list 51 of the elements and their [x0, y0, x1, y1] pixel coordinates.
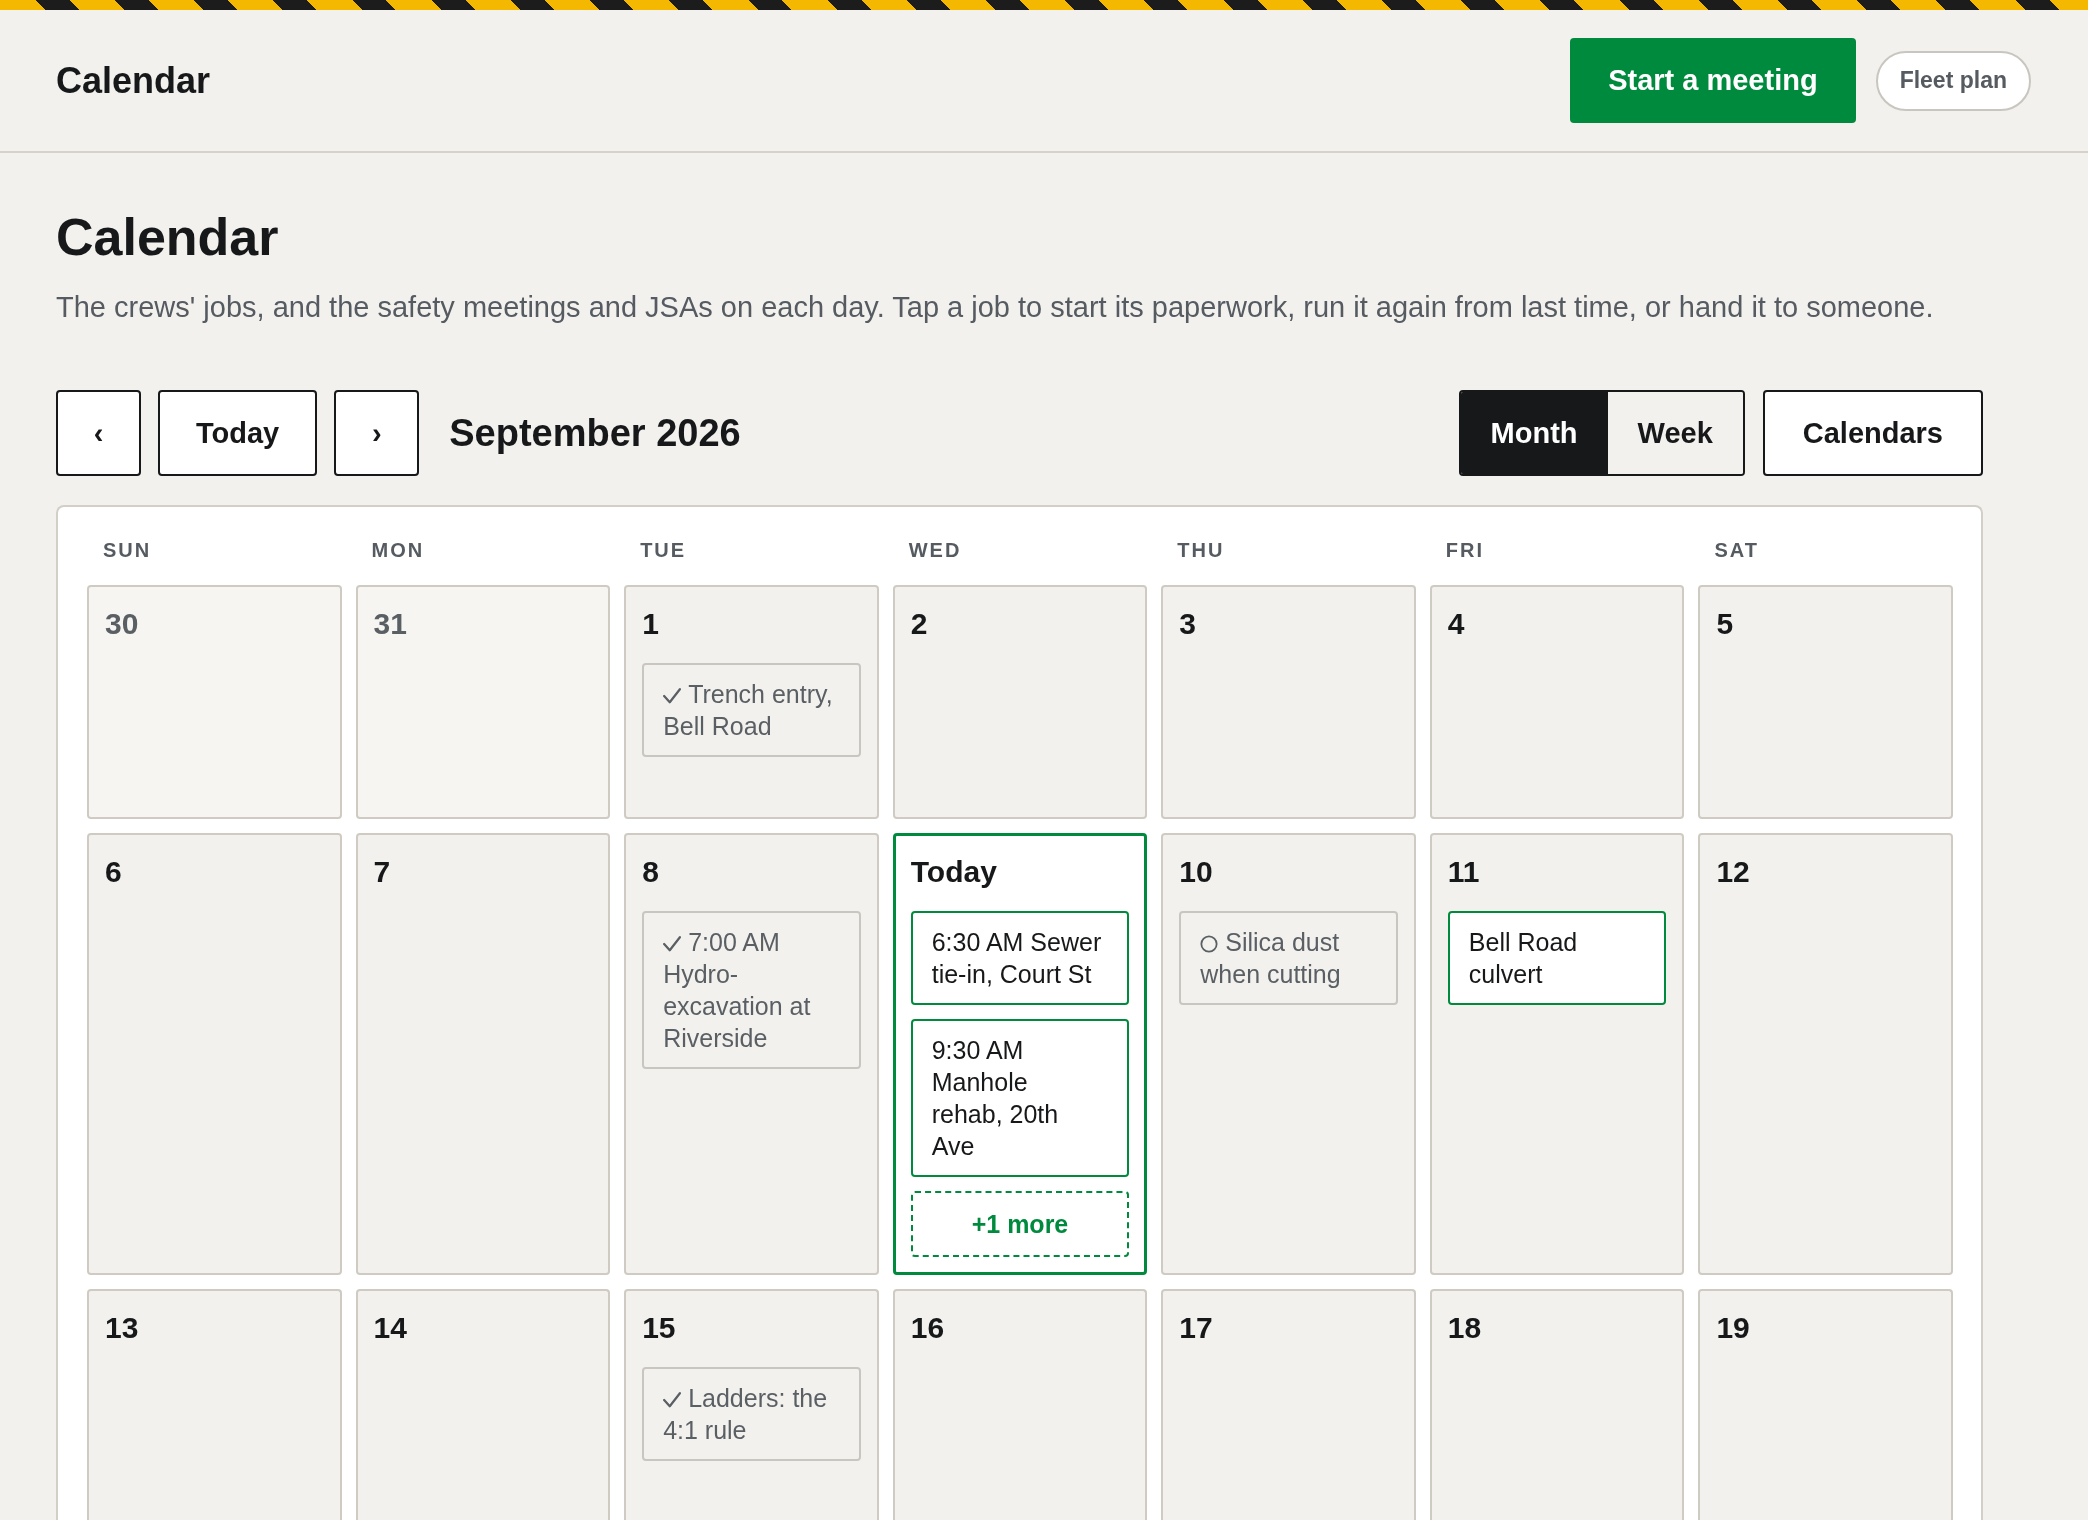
check-icon — [663, 935, 682, 953]
more-events-button[interactable]: +1 more — [910, 1191, 1130, 1257]
check-icon — [663, 687, 682, 705]
calendars-button[interactable]: Calendars — [1762, 390, 1983, 476]
day-number: 19 — [1716, 1310, 1750, 1346]
day-number: 30 — [105, 606, 139, 642]
calendar-event[interactable]: 7:00 AM Hydro-excavation at Riverside — [642, 911, 861, 1069]
day-number: 6 — [105, 854, 122, 890]
day-number: 31 — [373, 606, 407, 642]
day-number: 8 — [642, 854, 659, 890]
day-number: 14 — [373, 1310, 407, 1346]
day-number: 4 — [1447, 606, 1465, 642]
weekday-label: SUN — [103, 538, 152, 562]
calendar-event[interactable]: Silica dust when cutting — [1179, 911, 1398, 1005]
check-icon — [663, 1391, 682, 1409]
day-number: 5 — [1716, 606, 1734, 642]
weekday-label: SAT — [1714, 538, 1759, 562]
weekday-label: WED — [908, 538, 962, 562]
calendar-event[interactable]: Bell Road culvert — [1447, 911, 1667, 1005]
month-title: September 2026 — [449, 411, 741, 456]
weekday-label: MON — [371, 538, 425, 562]
day-number: 3 — [1179, 606, 1196, 642]
day-number: 11 — [1447, 854, 1480, 890]
day-number: 17 — [1179, 1310, 1213, 1346]
app-title: Calendar — [56, 58, 211, 103]
previous-button[interactable]: ‹ — [56, 390, 141, 476]
day-number: 13 — [105, 1310, 139, 1346]
weekday-label: THU — [1177, 538, 1225, 562]
day-number: 12 — [1716, 854, 1750, 890]
day-number: 18 — [1447, 1310, 1482, 1346]
calendar-event[interactable]: Ladders: the 4:1 rule — [642, 1367, 861, 1461]
next-button[interactable]: › — [334, 390, 420, 476]
day-number: 16 — [910, 1310, 945, 1346]
calendar-event[interactable]: Trench entry, Bell Road — [642, 663, 861, 757]
weekday-label: TUE — [640, 538, 687, 562]
calendar-event[interactable]: 6:30 AM Sewer tie-in, Court St — [910, 911, 1130, 1005]
today-label: Today — [910, 854, 997, 890]
day-number: 1 — [642, 606, 659, 642]
page-title: Calendar — [56, 208, 279, 267]
day-number: 10 — [1179, 854, 1213, 890]
day-number: 15 — [642, 1310, 676, 1346]
page-description: The crews' jobs, and the safety meetings and JSAs on each day. Tap a job to start its paperwork, run it again from last time, or hand it to someone. — [56, 290, 1935, 325]
pill-button[interactable]: Fleet plan — [1875, 50, 2031, 111]
view-tab[interactable]: Month — [1460, 392, 1608, 474]
day-number: 7 — [373, 854, 391, 890]
today-button[interactable]: Today — [158, 390, 318, 476]
circle-icon — [1200, 935, 1219, 953]
day-number: 2 — [910, 606, 928, 642]
calendar-event[interactable]: 9:30 AM Manhole rehab, 20th Ave — [910, 1019, 1130, 1177]
primary-button[interactable]: Start a meeting — [1570, 38, 1856, 123]
weekday-label: FRI — [1445, 538, 1485, 562]
